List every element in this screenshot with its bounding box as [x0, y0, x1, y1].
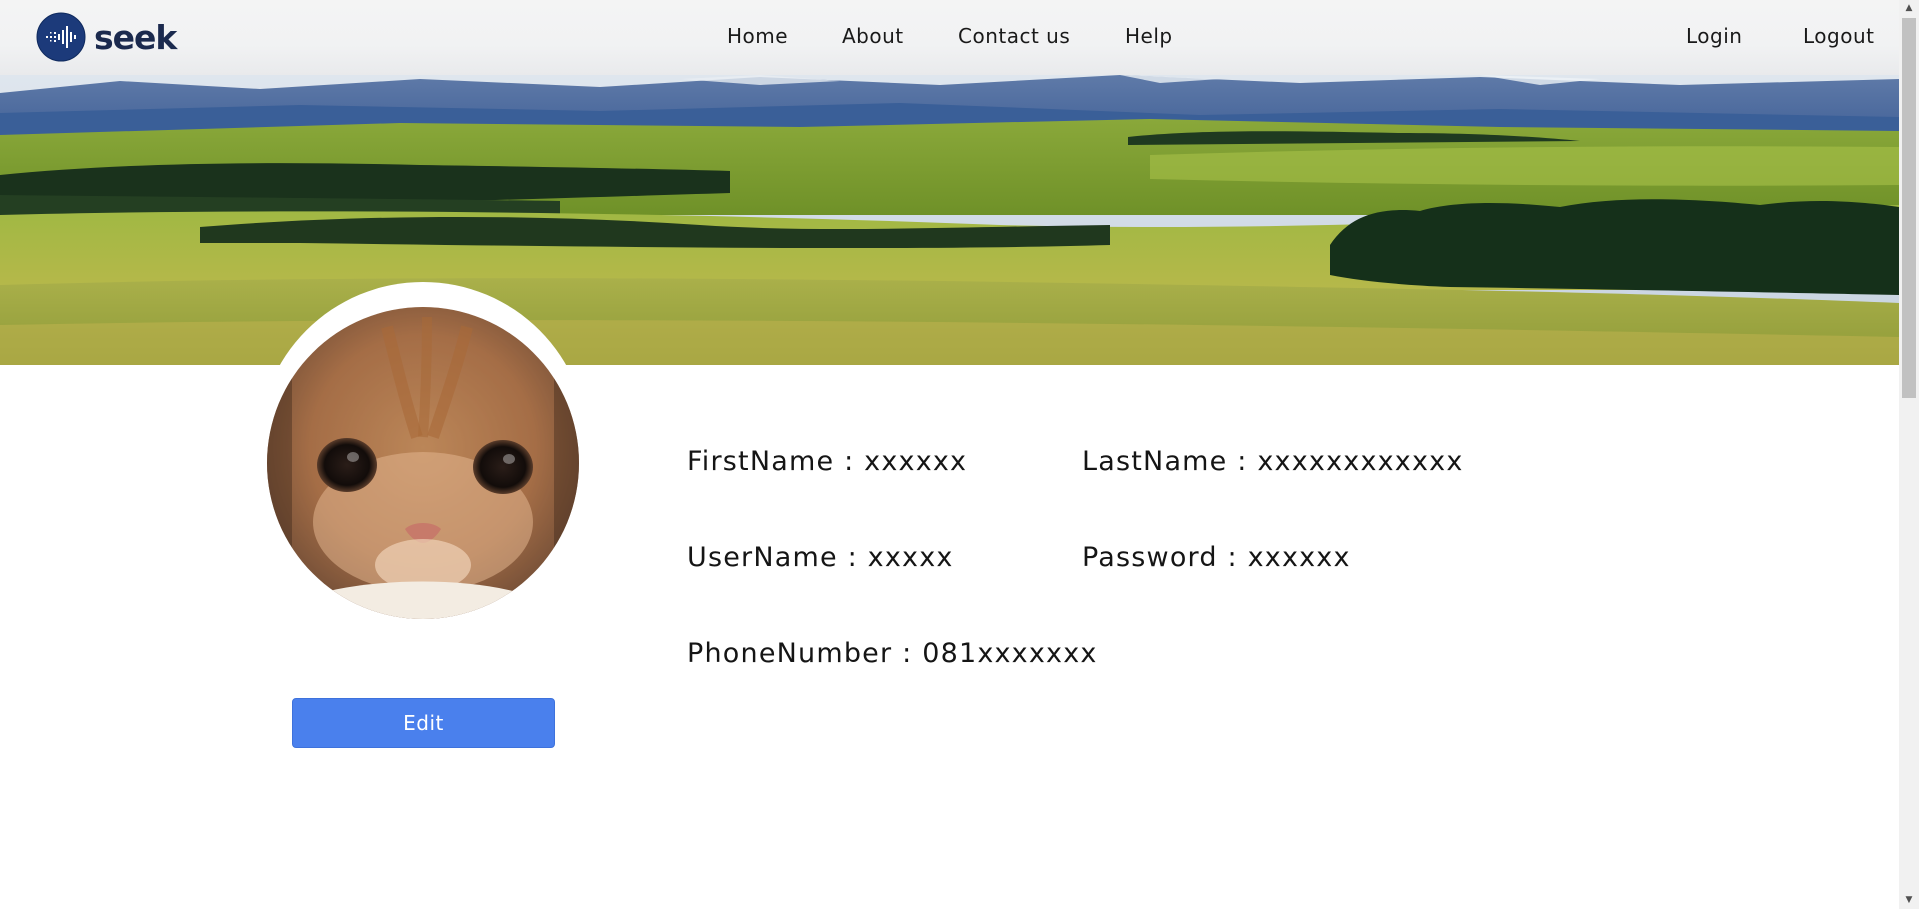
field-separator: :: [834, 446, 865, 477]
cat-avatar-image: [267, 307, 579, 619]
nav-logout-link[interactable]: Logout: [1803, 24, 1874, 48]
phone-number-field: PhoneNumber : 081xxxxxxx: [687, 638, 1098, 669]
field-separator: :: [837, 542, 868, 573]
password-value: xxxxxx: [1247, 542, 1351, 573]
last-name-field: LastName : xxxxxxxxxxxx: [1082, 446, 1464, 477]
profile-page: seek Home About Contact us Help Login Lo…: [0, 0, 1919, 909]
phone-number-label: PhoneNumber: [687, 638, 893, 669]
nav-contact-link[interactable]: Contact us: [958, 24, 1070, 48]
nav-about-link[interactable]: About: [842, 24, 904, 48]
first-name-label: FirstName: [687, 446, 835, 477]
field-separator: :: [1217, 542, 1248, 573]
username-label: UserName: [687, 542, 838, 573]
scroll-down-arrow-icon[interactable]: ▼: [1899, 892, 1919, 909]
vertical-scrollbar[interactable]: ▲ ▼: [1899, 0, 1919, 909]
nav-login-link[interactable]: Login: [1686, 24, 1742, 48]
landscape-banner-image: [0, 75, 1899, 365]
last-name-value: xxxxxxxxxxxx: [1257, 446, 1464, 477]
phone-number-value: 081xxxxxxx: [922, 638, 1098, 669]
username-value: xxxxx: [867, 542, 954, 573]
brand-name: seek: [94, 17, 177, 57]
field-separator: :: [892, 638, 923, 669]
password-label: Password: [1082, 542, 1218, 573]
first-name-value: xxxxxx: [864, 446, 968, 477]
first-name-field: FirstName : xxxxxx: [687, 446, 967, 477]
field-separator: :: [1227, 446, 1258, 477]
edit-button[interactable]: Edit: [292, 698, 555, 748]
top-navbar: seek Home About Contact us Help Login Lo…: [0, 0, 1899, 75]
brand-logo[interactable]: seek: [36, 12, 177, 62]
scroll-up-arrow-icon[interactable]: ▲: [1899, 0, 1919, 17]
password-field: Password : xxxxxx: [1082, 542, 1351, 573]
nav-home-link[interactable]: Home: [727, 24, 788, 48]
nav-help-link[interactable]: Help: [1125, 24, 1173, 48]
seek-logo-icon: [36, 12, 86, 62]
last-name-label: LastName: [1082, 446, 1228, 477]
scrollbar-thumb[interactable]: [1902, 18, 1916, 398]
username-field: UserName : xxxxx: [687, 542, 954, 573]
